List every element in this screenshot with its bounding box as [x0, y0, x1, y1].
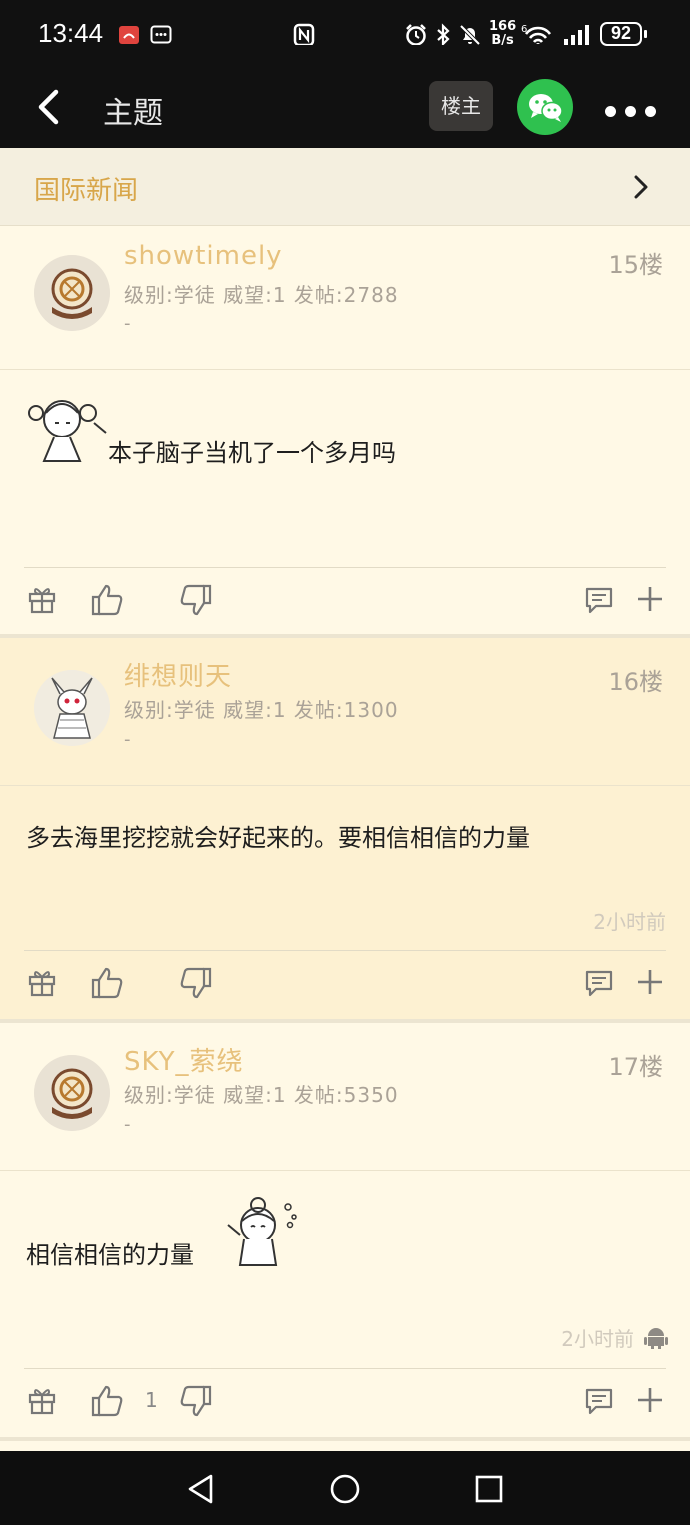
battery-cap	[644, 30, 647, 38]
floor-number: 16楼	[608, 668, 663, 696]
battery-icon: 92	[600, 22, 647, 46]
gift-icon[interactable]	[27, 967, 57, 997]
plus-icon[interactable]	[636, 585, 664, 613]
chevron-right-icon	[634, 175, 648, 199]
username[interactable]: showtimely	[124, 241, 283, 271]
status-time: 13:44	[38, 18, 104, 48]
user-signature: -	[124, 1114, 131, 1135]
thumb-up-icon[interactable]	[90, 966, 124, 1000]
post-header: showtimely 级别:学徒 威望:1 发帖:2788 - 15楼	[0, 225, 690, 370]
avatar[interactable]	[34, 1055, 110, 1131]
post-floor-15: showtimely 级别:学徒 威望:1 发帖:2788 - 15楼 本子脑子…	[0, 225, 690, 636]
android-icon	[644, 1328, 668, 1349]
diving-helmet-avatar-icon	[34, 255, 110, 331]
floor-number: 15楼	[608, 251, 663, 279]
wechat-icon	[529, 94, 563, 122]
post-header: SKY_萦绕 级别:学徒 威望:1 发帖:5350 - 17楼	[0, 1023, 690, 1171]
network-speed: 166 B/s	[489, 20, 516, 48]
battery-level: 92	[610, 23, 632, 43]
post-content: 本子脑子当机了一个多月吗	[108, 439, 396, 467]
bluetooth-icon	[437, 23, 450, 45]
post-time: 2小时前	[593, 910, 666, 934]
post-content: 多去海里挖挖就会好起来的。要相信相信的力量	[26, 824, 530, 852]
avatar[interactable]	[34, 670, 110, 746]
diving-helmet-avatar-icon	[34, 1055, 110, 1131]
gift-icon[interactable]	[27, 1385, 57, 1415]
wechat-share-button[interactable]	[517, 79, 573, 135]
username[interactable]: SKY_萦绕	[124, 1041, 244, 1078]
post-floor-16: 绯想则天 级别:学徒 威望:1 发帖:1300 - 16楼 多去海里挖挖就会好起…	[0, 638, 690, 1020]
category-name: 国际新闻	[34, 176, 139, 206]
network-speed-unit: B/s	[491, 33, 514, 48]
back-icon[interactable]	[34, 89, 62, 125]
floor-number: 17楼	[608, 1053, 663, 1081]
nav-recents-icon[interactable]	[475, 1475, 503, 1503]
post-header: 绯想则天 级别:学徒 威望:1 发帖:1300 - 16楼	[0, 638, 690, 786]
mute-icon	[459, 24, 481, 45]
comment-icon[interactable]	[584, 968, 614, 998]
plus-icon[interactable]	[636, 968, 664, 996]
kyubey-avatar-icon	[34, 670, 110, 746]
wifi-icon: 6	[521, 24, 552, 44]
thumb-up-icon[interactable]	[90, 583, 124, 617]
message-notification-icon	[150, 25, 172, 44]
post-action-bar	[0, 950, 690, 1016]
post-floor-17: SKY_萦绕 级别:学徒 威望:1 发帖:5350 - 17楼 相信相信的力量 …	[0, 1023, 690, 1451]
op-only-button[interactable]: 楼主	[429, 81, 493, 131]
username[interactable]: 绯想则天	[124, 656, 232, 693]
user-meta: 级别:学徒 威望:1 发帖:2788	[124, 283, 399, 307]
notification-app-icon	[119, 26, 139, 44]
post-content: 相信相信的力量	[26, 1241, 194, 1269]
thumb-up-icon[interactable]	[90, 1384, 124, 1418]
thumb-down-icon[interactable]	[179, 1384, 213, 1418]
sticker-image	[28, 400, 107, 462]
network-speed-value: 166	[489, 19, 517, 34]
user-signature: -	[124, 729, 131, 750]
thumb-down-icon[interactable]	[179, 583, 213, 617]
app-bar: 主题 楼主	[0, 70, 690, 148]
comment-icon[interactable]	[584, 585, 614, 615]
gift-icon[interactable]	[27, 584, 57, 614]
user-meta: 级别:学徒 威望:1 发帖:1300	[124, 698, 399, 722]
sticker-image	[227, 1197, 297, 1266]
more-icon[interactable]	[605, 102, 665, 121]
post-divider	[0, 1437, 690, 1441]
comment-icon[interactable]	[584, 1386, 614, 1416]
user-meta: 级别:学徒 威望:1 发帖:5350	[124, 1083, 399, 1107]
nfc-icon	[293, 23, 315, 45]
cellular-signal-icon	[564, 25, 589, 45]
plus-icon[interactable]	[636, 1386, 664, 1414]
user-signature: -	[124, 313, 131, 334]
system-nav-bar	[0, 1451, 690, 1525]
like-count: 1	[145, 1388, 158, 1412]
alarm-icon	[406, 24, 426, 45]
page-title: 主题	[103, 96, 163, 131]
thumb-down-icon[interactable]	[179, 966, 213, 1000]
nav-home-icon[interactable]	[329, 1473, 361, 1505]
post-action-bar	[0, 567, 690, 633]
category-bar[interactable]: 国际新闻	[0, 148, 690, 226]
post-action-bar: 1	[0, 1368, 690, 1434]
status-bar: 13:44 166 B/s 6 92	[0, 0, 690, 70]
nav-back-icon[interactable]	[186, 1473, 216, 1505]
post-time: 2小时前	[561, 1327, 634, 1351]
avatar[interactable]	[34, 255, 110, 331]
